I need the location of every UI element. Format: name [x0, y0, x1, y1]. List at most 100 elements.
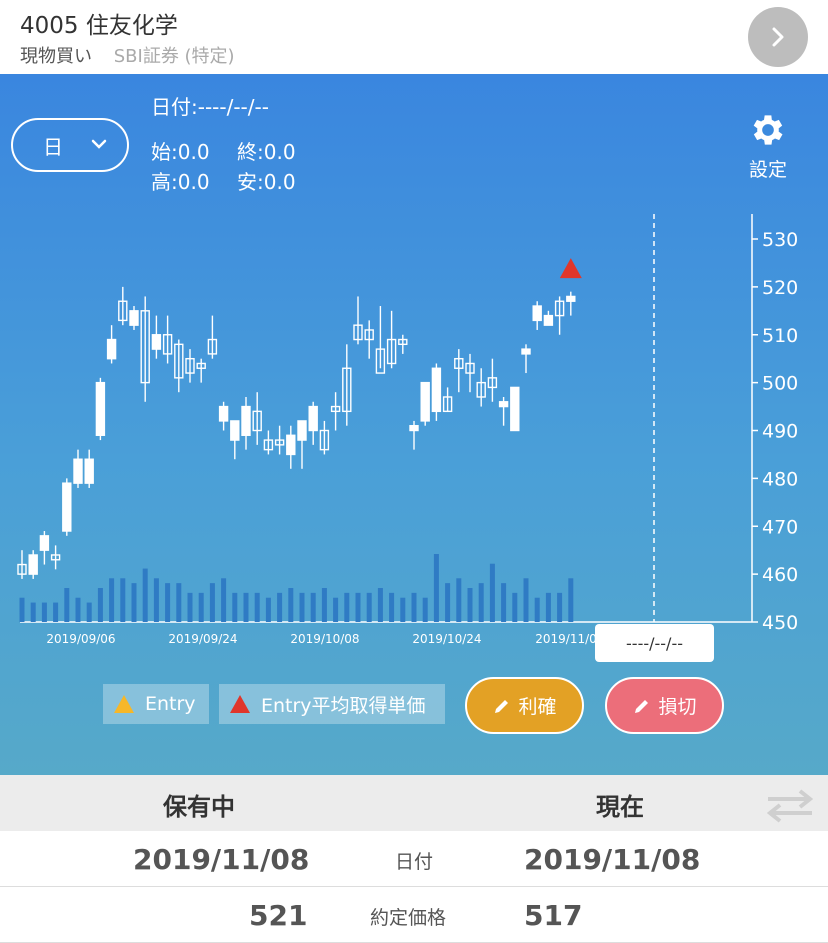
volume-bar — [467, 588, 473, 622]
stock-title: 4005 住友化学 — [20, 13, 178, 39]
volume-bar — [254, 592, 260, 622]
volume-bar — [120, 578, 126, 622]
stop-loss-label: 損切 — [658, 696, 697, 718]
settings-button[interactable]: 設定 — [740, 110, 796, 182]
table-row: 2019/11/08 日付 2019/11/08 — [0, 831, 828, 887]
stop-loss-button[interactable]: 損切 — [605, 677, 724, 734]
volume-bar — [97, 588, 103, 622]
candle-body — [28, 554, 38, 575]
y-tick-label: 480 — [762, 468, 798, 490]
take-profit-button[interactable]: 利確 — [465, 677, 584, 734]
x-tick-label: 2019/10/08 — [290, 632, 359, 646]
volume-bar — [187, 592, 193, 622]
volume-bar — [501, 583, 507, 622]
x-tick-label: 2019/09/24 — [168, 632, 237, 646]
candle-body — [286, 434, 296, 456]
volume-bar — [232, 592, 238, 622]
volume-bar — [433, 554, 439, 622]
volume-bar — [523, 578, 529, 622]
open-readout: 始:0.0 — [151, 140, 210, 164]
legend-entry-avg-label: Entry平均取得単価 — [261, 694, 426, 717]
next-button[interactable] — [748, 7, 808, 67]
held-column-header: 保有中 — [163, 793, 235, 821]
y-tick-label: 460 — [762, 564, 798, 586]
gear-icon — [753, 115, 783, 145]
row-label: 約定価格 — [370, 907, 447, 929]
legend-entry-label: Entry — [145, 693, 196, 715]
y-tick-label: 470 — [762, 516, 798, 538]
period-value: 日 — [43, 134, 63, 159]
candle-body — [498, 401, 509, 408]
volume-bar — [165, 583, 171, 622]
candle-body — [129, 310, 139, 326]
pencil-icon — [635, 699, 649, 713]
current-date-box: ----/--/-- — [595, 624, 714, 662]
volume-bar — [389, 592, 395, 622]
volume-bar — [512, 592, 518, 622]
y-tick-label: 530 — [762, 229, 798, 251]
volume-bar — [568, 578, 574, 622]
volume-bar — [422, 597, 428, 622]
swap-icon[interactable] — [762, 785, 818, 825]
current-column-header: 現在 — [596, 793, 644, 821]
pencil-icon — [495, 699, 509, 713]
volume-bar — [243, 592, 249, 622]
volume-bar — [109, 578, 115, 622]
volume-bar — [321, 588, 327, 622]
volume-bar — [557, 592, 563, 622]
volume-bar — [299, 592, 305, 622]
candlestick-chart[interactable]: 530 520 510 500 490 480 470 460 450 2019/09/06 201… — [0, 194, 828, 674]
low-readout: 安:0.0 — [237, 170, 296, 194]
broker-label: SBI証券 (特定) — [113, 46, 235, 67]
candle-body — [409, 425, 419, 432]
settings-label: 設定 — [748, 159, 787, 181]
volume-bar — [355, 592, 361, 622]
candle-body — [521, 348, 531, 355]
volume-bar — [64, 588, 70, 622]
legend-entry: Entry — [103, 684, 209, 724]
candle-body — [39, 535, 50, 551]
current-date: 2019/11/08 — [524, 843, 701, 876]
stock-subtitle: 現物買い SBI証券 (特定) — [20, 42, 235, 68]
candle-body — [510, 386, 520, 432]
volume-bar — [366, 592, 372, 622]
volume-bar — [30, 602, 36, 622]
candle-body — [230, 420, 240, 441]
volume-bar — [400, 597, 406, 622]
chevron-down-icon — [91, 139, 107, 149]
candle-body — [543, 314, 554, 326]
y-tick-label: 510 — [762, 325, 798, 347]
held-price: 521 — [249, 899, 308, 932]
volume-bar — [53, 602, 59, 622]
y-tick-label: 520 — [762, 277, 798, 299]
volume-bar — [445, 583, 451, 622]
candle-body — [62, 482, 72, 532]
x-tick-label: 2019/10/24 — [412, 632, 481, 646]
period-select[interactable]: 日 — [11, 118, 129, 172]
volume-bar — [19, 597, 25, 622]
volume-bar — [142, 568, 148, 622]
candle-body — [218, 405, 229, 422]
y-tick-label: 500 — [762, 373, 798, 395]
volume-bar — [41, 602, 47, 622]
legend-entry-avg: Entry平均取得単価 — [219, 684, 445, 724]
candle-body — [241, 405, 251, 436]
volume-bar — [265, 597, 271, 622]
chart-panel: 日 日付:----/--/-- 始:0.0 終:0.0 高:0.0 安:0.0 … — [0, 74, 828, 775]
candle-body — [73, 458, 83, 484]
volume-bar — [333, 597, 339, 622]
table-row: 521 約定価格 517 — [0, 887, 828, 943]
volume-bar — [221, 578, 227, 622]
volume-bar — [277, 592, 283, 622]
volume-bar — [456, 578, 462, 622]
candle-body — [420, 381, 430, 422]
candle-body — [308, 405, 318, 432]
volume-bar — [411, 592, 417, 622]
entry-marker-icon — [114, 695, 134, 713]
y-tick-label: 490 — [762, 421, 798, 443]
volume-bar — [310, 592, 316, 622]
volume-bar — [209, 583, 215, 622]
close-readout: 終:0.0 — [237, 140, 296, 164]
candle-body — [84, 458, 94, 484]
candle-body — [95, 381, 106, 436]
